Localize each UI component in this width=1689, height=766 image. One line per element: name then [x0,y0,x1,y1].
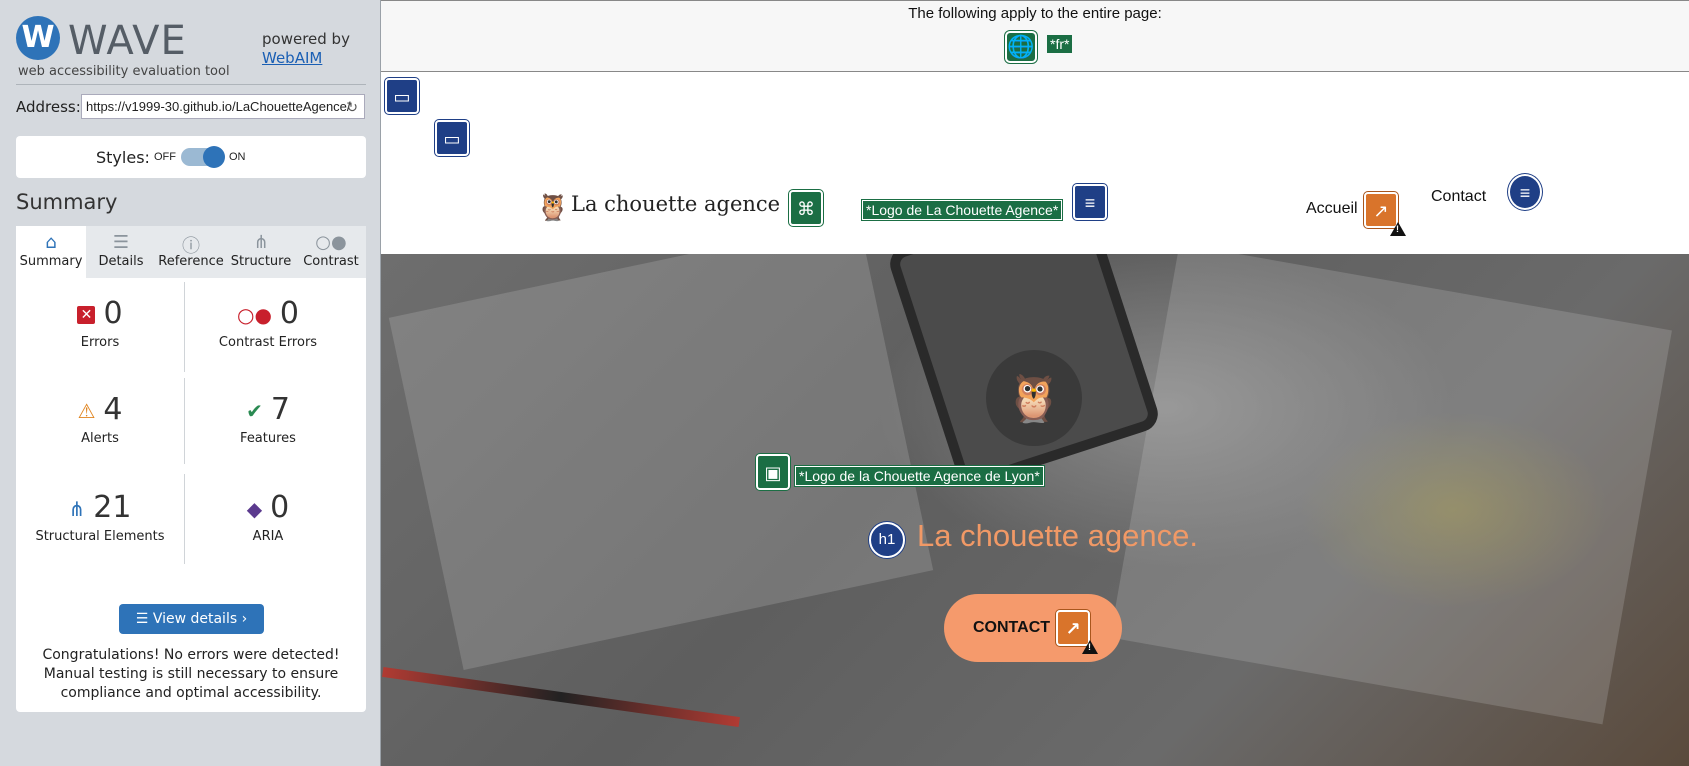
wave-logo-subtitle: web accessibility evaluation tool [18,64,230,79]
tab-reference[interactable]: ⓘ Reference [156,226,226,278]
hero-logo-alt-text: *Logo de la Chouette Agence de Lyon* [795,466,1044,486]
tab-bar: ⌂ Summary ☰ Details ⓘ Reference ⋔ Struct… [16,226,366,278]
styles-on-label: ON [229,151,246,163]
structural-label: Structural Elements [35,529,165,544]
feature-check-icon: ✔ [246,398,263,423]
view-details-label: View details › [152,611,248,627]
tab-label: Contrast [303,254,359,269]
paper-background [1110,254,1672,725]
powered-by: powered by WebAIM [262,30,350,68]
features-label: Features [240,431,296,446]
hero-section: 🦉 ▣ *Logo de la Chouette Agence de Lyon*… [381,254,1689,766]
reload-icon[interactable]: ↻ [346,99,358,116]
structural-count: 21 [93,490,132,525]
nav-list-icon[interactable]: ≡ [1073,184,1107,220]
stat-features[interactable]: ✔ 7 Features [184,392,352,446]
alerts-label: Alerts [81,431,119,446]
summary-panel: ⌂ Summary ☰ Details ⓘ Reference ⋔ Struct… [16,226,366,712]
summary-heading: Summary [16,190,118,214]
wave-sidebar: W WAVE web accessibility evaluation tool… [0,0,381,766]
stats-grid: ✕ 0 Errors ○● 0 Contrast Errors ⚠ 4 Alerts … [16,278,366,576]
redundant-link-alert-icon[interactable]: ↗ [1364,192,1406,236]
owl-logo-icon: 🦉 [536,192,570,222]
banner-text: The following apply to the entire page: [908,5,1162,22]
page-level-banner: The following apply to the entire page: … [381,0,1689,72]
contrast-icon: ○● [315,232,347,253]
congrats-message: Congratulations! No errors were detected… [42,647,340,701]
contact-button-label: CONTACT [973,619,1051,636]
features-count: 7 [270,392,290,427]
styles-off-label: OFF [154,151,176,163]
errors-label: Errors [80,335,120,350]
info-icon: ⓘ [182,236,200,257]
styles-toggle-box: Styles: OFF ON [16,136,366,178]
nav-accueil[interactable]: Accueil [1306,200,1358,218]
wave-logo-area: W WAVE web accessibility evaluation tool… [16,14,366,82]
globe-icon[interactable]: 🌐 [1005,31,1037,63]
tab-label: Details [98,254,144,269]
redundant-link-alert-icon[interactable]: ↗ [1056,610,1098,654]
contrast-error-icon: ○● [237,302,272,327]
tab-label: Summary [19,254,83,269]
contact-button[interactable]: CONTACT ↗ [944,594,1122,662]
home-icon: ⌂ [45,232,57,253]
address-value: https://v1999-30.github.io/LaChouetteAge… [86,99,351,114]
image-icon[interactable]: ▣ [756,454,790,490]
view-details-button[interactable]: ☰ View details › [119,604,264,634]
tab-contrast[interactable]: ○● Contrast [296,226,366,278]
hero-title: La chouette agence. [917,518,1198,553]
stat-structural[interactable]: ⋔ 21 Structural Elements [16,490,184,544]
error-icon: ✕ [77,305,96,324]
language-tag: *fr* [1047,35,1073,53]
address-label: Address: [16,98,81,116]
stat-contrast-errors[interactable]: ○● 0 Contrast Errors [184,296,352,350]
address-input[interactable]: https://v1999-30.github.io/LaChouetteAge… [81,94,365,119]
structure-icon: ⋔ [68,496,86,521]
warning-triangle-icon [1390,222,1406,236]
tab-label: Structure [230,254,292,269]
structure-icon: ⋔ [253,232,269,253]
tab-label: Reference [158,254,224,269]
powered-by-label: powered by [262,30,350,48]
aria-label: ARIA [252,529,284,544]
wave-logo-icon: W [16,16,60,60]
warning-triangle-icon [1082,640,1098,654]
stat-errors[interactable]: ✕ 0 Errors [16,296,184,350]
brand-name: La chouette agence [571,192,781,216]
webaim-link[interactable]: WebAIM [262,49,350,68]
styles-toggle[interactable] [181,146,225,168]
stat-aria[interactable]: ◆ 0 ARIA [184,490,352,544]
h1-heading-icon[interactable]: h1 [869,522,905,558]
tab-structure[interactable]: ⋔ Structure [226,226,296,278]
evaluated-page: The following apply to the entire page: … [381,0,1689,766]
unordered-list-icon[interactable]: ≡ [1508,174,1542,210]
header-region-icon[interactable]: ▭ [385,78,419,114]
tab-details[interactable]: ☰ Details [86,226,156,278]
site-header: ▭ ▭ 🦉 La chouette agence ⌘ *Logo de La C… [381,72,1689,254]
aria-count: 0 [270,490,290,525]
alerts-count: 4 [103,392,123,427]
list-icon: ☰ [112,232,130,253]
contrast-errors-count: 0 [279,296,299,331]
wave-logo-text: WAVE [68,18,187,64]
toggle-knob [203,146,225,168]
tab-summary[interactable]: ⌂ Summary [16,226,86,278]
alert-icon: ⚠ [77,398,96,423]
aria-icon: ◆ [246,496,263,521]
errors-count: 0 [103,296,123,331]
pencil-image [382,666,740,728]
nav-contact[interactable]: Contact [1431,188,1486,206]
contrast-errors-label: Contrast Errors [218,335,318,350]
logo-alt-text: *Logo de La Chouette Agence* [862,200,1063,220]
address-row: Address: https://v1999-30.github.io/LaCh… [16,94,368,120]
divider [16,84,366,85]
list-icon: ☰ [135,611,153,627]
stat-alerts[interactable]: ⚠ 4 Alerts [16,392,184,446]
main-region-icon[interactable]: ▭ [435,120,469,156]
linked-image-icon[interactable]: ⌘ [789,190,823,226]
styles-label: Styles: [96,148,150,167]
hero-owl-logo: 🦉 [986,350,1082,446]
paper-background [388,254,934,670]
